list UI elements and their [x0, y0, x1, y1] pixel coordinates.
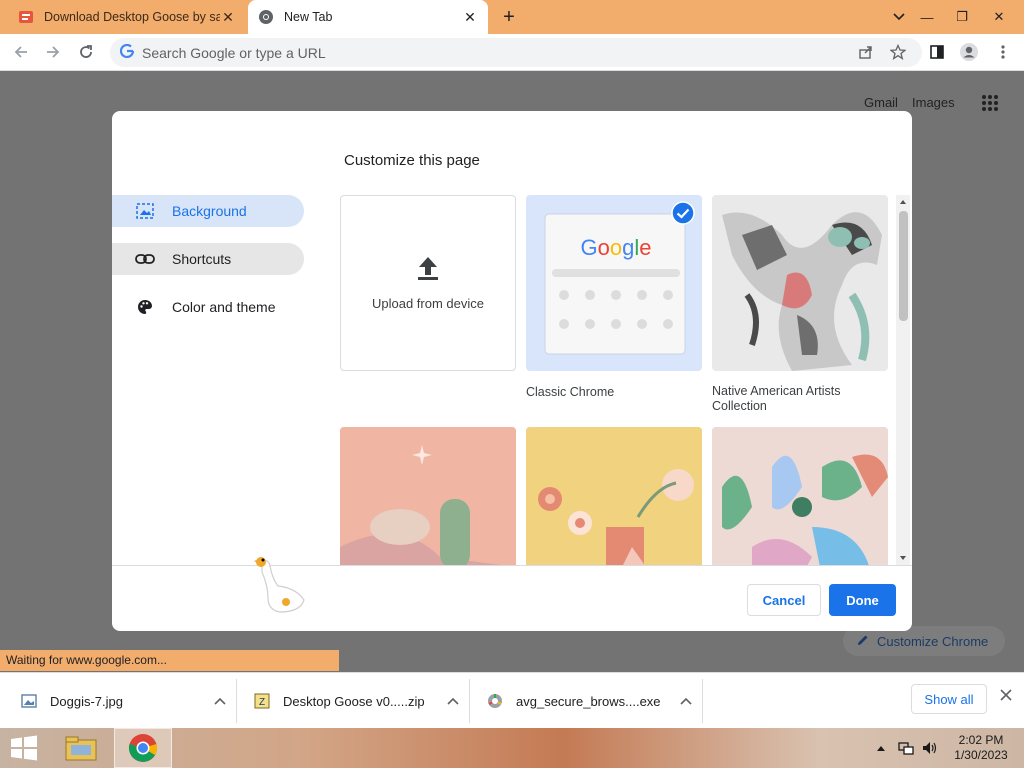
chevron-up-icon[interactable] — [680, 694, 692, 708]
chevron-up-icon[interactable] — [447, 694, 459, 708]
download-filename: avg_secure_brows....exe — [516, 693, 661, 709]
omnibox[interactable] — [110, 38, 922, 67]
native-american-artists-label: Native American Artists Collection — [712, 384, 841, 413]
download-filename: Desktop Goose v0.....zip — [283, 693, 425, 709]
nav-color-and-theme[interactable]: Color and theme — [112, 291, 304, 323]
images-link[interactable]: Images — [912, 95, 955, 110]
side-panel-icon[interactable] — [926, 41, 948, 63]
art-preview-pink — [340, 427, 516, 565]
dialog-footer: Cancel Done — [112, 557, 912, 631]
tab-new-tab[interactable]: New Tab ✕ — [248, 0, 488, 34]
art-tile-flowers[interactable] — [526, 427, 702, 565]
google-g-icon — [119, 43, 135, 61]
download-shelf: Doggis-7.jpg Z Desktop Goose v0.....zip … — [0, 672, 1024, 728]
chrome-taskbar-icon[interactable] — [114, 728, 172, 768]
customize-chrome-label: Customize Chrome — [877, 633, 989, 649]
svg-text:Google: Google — [580, 235, 651, 260]
address-bar-input[interactable] — [142, 44, 842, 61]
art-tile-pink[interactable] — [340, 427, 516, 565]
background-grid: Upload from device Google Classic Chrome — [340, 195, 896, 565]
apps-grid-icon[interactable] — [981, 94, 999, 115]
clock-date: 1/30/2023 — [954, 748, 1008, 762]
nav-label: Background — [172, 203, 247, 219]
status-bubble: Waiting for www.google.com... — [0, 650, 339, 671]
classic-chrome-label: Classic Chrome — [526, 385, 615, 399]
minimize-button[interactable]: — — [910, 0, 944, 34]
nav-label: Shortcuts — [172, 251, 232, 267]
back-arrow-icon[interactable] — [10, 41, 32, 63]
classic-chrome-tile[interactable]: Google — [526, 195, 702, 371]
tray-overflow-icon[interactable] — [874, 728, 888, 768]
art-preview-botanical — [712, 427, 888, 565]
share-icon[interactable] — [855, 41, 877, 63]
scrollbar-thumb[interactable] — [899, 211, 908, 321]
image-icon — [134, 202, 156, 220]
done-button[interactable]: Done — [829, 584, 896, 616]
image-file-icon — [20, 692, 38, 710]
link-icon — [134, 250, 156, 268]
download-item[interactable]: avg_secure_brows....exe — [486, 679, 692, 723]
bookmark-star-icon[interactable] — [887, 41, 909, 63]
shelf-divider — [469, 679, 470, 723]
favicon-icon — [18, 9, 34, 25]
nav-shortcuts[interactable]: Shortcuts — [112, 243, 304, 275]
file-explorer-icon[interactable] — [56, 728, 106, 768]
new-tab-button[interactable]: + — [498, 6, 520, 28]
shelf-divider — [236, 679, 237, 723]
upload-icon — [416, 255, 440, 284]
customize-dialog: Customize this page Background Shortcuts… — [112, 111, 912, 631]
zip-file-icon: Z — [253, 692, 271, 710]
windows-taskbar — [0, 728, 1024, 768]
download-item[interactable]: Doggis-7.jpg — [20, 679, 226, 723]
upload-from-device-tile[interactable]: Upload from device — [340, 195, 516, 371]
gmail-link[interactable]: Gmail — [864, 95, 898, 110]
close-tab-icon[interactable]: ✕ — [462, 9, 478, 26]
shelf-divider — [702, 679, 703, 723]
native-american-artists-tile[interactable] — [712, 195, 888, 371]
native-art-preview — [722, 212, 882, 371]
cancel-button[interactable]: Cancel — [747, 584, 821, 616]
volume-icon[interactable] — [920, 728, 940, 768]
art-tile-botanical[interactable] — [712, 427, 888, 565]
browser-toolbar — [0, 34, 1024, 71]
restore-button[interactable]: ❐ — [945, 0, 979, 34]
tab-download-desktop-goose[interactable]: Download Desktop Goose by sa ✕ — [8, 0, 246, 34]
chrome-favicon-icon — [258, 9, 274, 25]
tab-title: New Tab — [284, 10, 333, 24]
show-all-downloads-button[interactable]: Show all — [911, 684, 987, 714]
clock-time: 2:02 PM — [958, 733, 1004, 747]
taskbar-clock[interactable]: 2:02 PM 1/30/2023 — [946, 733, 1016, 763]
close-window-button[interactable]: ✕ — [982, 0, 1016, 34]
selected-check-icon — [671, 201, 695, 228]
art-preview-flowers — [526, 427, 702, 565]
nav-background[interactable]: Background — [112, 195, 304, 227]
forward-arrow-icon[interactable] — [42, 41, 64, 63]
profile-avatar-icon[interactable] — [958, 41, 980, 63]
nav-label: Color and theme — [172, 299, 276, 315]
kebab-menu-icon[interactable] — [992, 41, 1014, 63]
dialog-title: Customize this page — [344, 152, 480, 169]
windows-start-icon[interactable] — [0, 728, 48, 768]
pencil-icon — [857, 634, 869, 649]
svg-text:Z: Z — [259, 697, 265, 708]
chevron-up-icon[interactable] — [214, 694, 226, 708]
desktop-goose-icon — [250, 552, 312, 621]
network-icon[interactable] — [896, 728, 916, 768]
tab-strip: Download Desktop Goose by sa ✕ New Tab ✕… — [0, 0, 1024, 34]
tab-title: Download Desktop Goose by sa — [44, 10, 220, 24]
reload-icon[interactable] — [75, 41, 97, 63]
installer-icon — [486, 692, 504, 710]
close-tab-icon[interactable]: ✕ — [220, 9, 236, 26]
close-shelf-icon[interactable] — [996, 688, 1016, 710]
palette-icon — [134, 298, 156, 316]
download-filename: Doggis-7.jpg — [50, 693, 123, 709]
download-item[interactable]: Z Desktop Goose v0.....zip — [253, 679, 459, 723]
upload-label: Upload from device — [372, 296, 484, 311]
